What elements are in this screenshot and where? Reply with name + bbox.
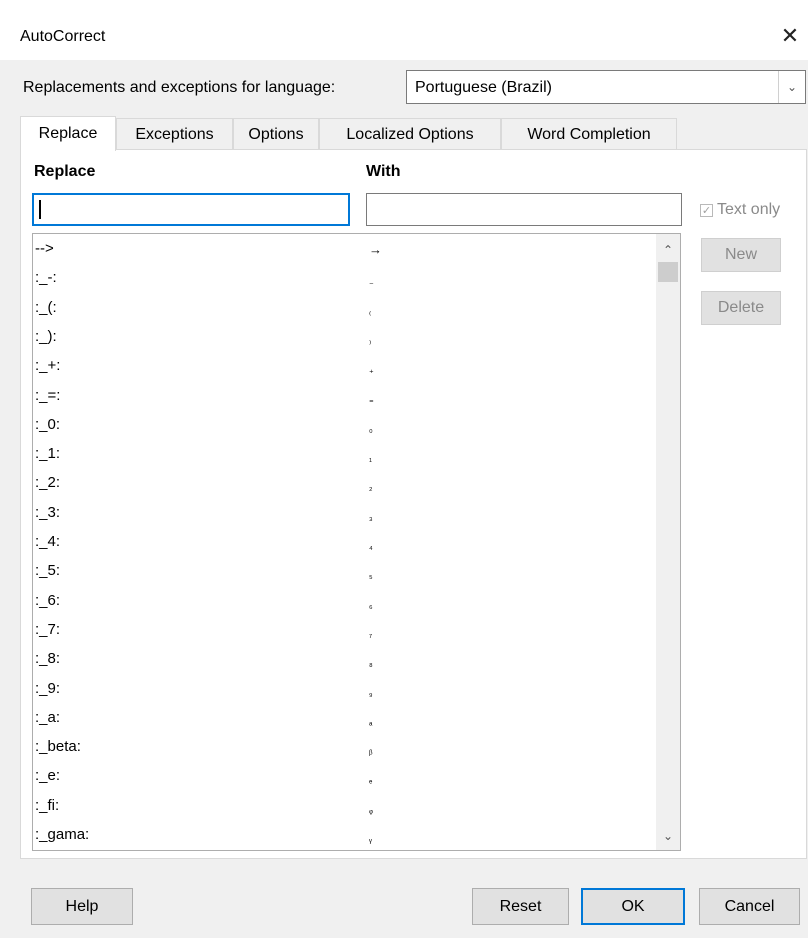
- language-label: Replacements and exceptions for language…: [23, 79, 336, 96]
- list-item[interactable]: :_e: ₑ: [33, 761, 655, 790]
- replace-text: :_):: [35, 327, 57, 345]
- with-text: ₇: [369, 628, 373, 639]
- with-text: ₈: [369, 658, 373, 669]
- replace-text: :_gama:: [35, 826, 90, 843]
- with-text: ₌: [369, 394, 374, 405]
- list-item[interactable]: :_+: ₊: [33, 351, 655, 380]
- text-only-checkbox[interactable]: ✓ Text only: [700, 201, 780, 219]
- replace-text: :_3:: [35, 503, 61, 521]
- replace-text: :_5:: [35, 562, 61, 580]
- with-text: ₍: [369, 306, 372, 317]
- tab-localized-options[interactable]: Localized Options: [319, 118, 501, 150]
- list-item[interactable]: :_0: ₀: [33, 410, 655, 439]
- cancel-button[interactable]: Cancel: [699, 888, 800, 925]
- language-select[interactable]: Portuguese (Brazil) ⌄: [406, 70, 806, 104]
- replace-text: :_-:: [35, 269, 57, 287]
- text-only-label: Text only: [717, 201, 781, 218]
- with-text: ₉: [369, 687, 373, 698]
- tab-replace[interactable]: Replace: [20, 116, 116, 151]
- replace-text: :_e:: [35, 767, 61, 785]
- list-item[interactable]: :_beta: ᵦ: [33, 732, 655, 761]
- tab-exceptions[interactable]: Exceptions: [116, 118, 233, 150]
- with-text: ₃: [369, 511, 373, 522]
- with-text: ₋: [369, 277, 374, 288]
- with-text: ₀: [369, 423, 373, 434]
- with-column-header: With: [366, 163, 401, 180]
- replace-text: :_beta:: [35, 738, 81, 756]
- replace-text: :_0:: [35, 415, 61, 433]
- reset-button[interactable]: Reset: [472, 888, 569, 925]
- with-text: ₎: [369, 335, 372, 346]
- list-item[interactable]: :_1: ₁: [33, 439, 655, 468]
- window-title: AutoCorrect: [20, 28, 106, 45]
- chevron-down-icon[interactable]: ⌄: [778, 71, 805, 103]
- scroll-down-icon[interactable]: ⌄: [656, 824, 680, 848]
- scrollbar-thumb[interactable]: [658, 262, 678, 282]
- list-item[interactable]: :_gama: ᵧ: [33, 820, 655, 849]
- replace-column-header: Replace: [34, 163, 96, 180]
- with-text: →: [369, 242, 382, 257]
- with-text: ᵦ: [369, 746, 373, 757]
- list-item[interactable]: :_): ₎: [33, 322, 655, 351]
- list-item[interactable]: --> →: [33, 234, 655, 263]
- list-item[interactable]: :_2: ₂: [33, 468, 655, 497]
- with-text: ₑ: [369, 775, 373, 786]
- with-text: ₅: [369, 570, 373, 581]
- delete-button[interactable]: Delete: [701, 291, 781, 325]
- list-item[interactable]: :_-: ₋: [33, 263, 655, 292]
- scroll-up-icon[interactable]: ⌃: [656, 238, 680, 262]
- new-button[interactable]: New: [701, 238, 781, 272]
- help-button[interactable]: Help: [31, 888, 133, 925]
- list-item[interactable]: :_6: ₆: [33, 586, 655, 615]
- replacement-list[interactable]: --> → :_-: ₋ :_(: ₍ :_): ₎ :_+: ₊ :_=: ₌ :_0: ₀ :_1: ₁:…: [32, 233, 681, 851]
- replace-text: :_2:: [35, 474, 61, 492]
- replace-text: :_1:: [35, 445, 61, 463]
- with-input[interactable]: [366, 193, 682, 226]
- with-text: ₁: [369, 453, 373, 464]
- scrollbar[interactable]: ⌃ ⌄: [656, 234, 680, 850]
- list-item[interactable]: :_8: ₈: [33, 644, 655, 673]
- with-text: ᵧ: [369, 834, 372, 844]
- ok-button[interactable]: OK: [581, 888, 685, 925]
- replace-text: :_8:: [35, 650, 61, 668]
- text-caret: [39, 200, 41, 219]
- list-item[interactable]: :_a: ₐ: [33, 703, 655, 732]
- replace-text: -->: [35, 240, 54, 257]
- with-text: ᵩ: [369, 804, 373, 815]
- list-item[interactable]: :_5: ₅: [33, 556, 655, 585]
- replace-text: :_a:: [35, 708, 61, 726]
- replace-text: :_=:: [35, 386, 61, 404]
- with-text: ₂: [369, 482, 373, 493]
- language-selected-value: Portuguese (Brazil): [415, 79, 552, 96]
- list-item[interactable]: :_3: ₃: [33, 498, 655, 527]
- title-bar: AutoCorrect ✕: [0, 0, 808, 60]
- list-item[interactable]: :_9: ₉: [33, 674, 655, 703]
- replace-text: :_7:: [35, 620, 61, 638]
- replace-text: :_fi:: [35, 796, 60, 814]
- list-item[interactable]: :_(: ₍: [33, 293, 655, 322]
- tab-options[interactable]: Options: [233, 118, 319, 150]
- close-icon[interactable]: ✕: [772, 18, 808, 54]
- replace-text: :_6:: [35, 591, 61, 609]
- list-item[interactable]: :_=: ₌: [33, 381, 655, 410]
- with-text: ₄: [369, 541, 373, 551]
- replace-input[interactable]: [32, 193, 350, 226]
- replace-text: :_+:: [35, 357, 61, 375]
- list-item[interactable]: :_4: ₄: [33, 527, 655, 556]
- replace-text: :_(:: [35, 298, 57, 316]
- with-text: ₆: [369, 599, 373, 610]
- with-text: ₊: [369, 365, 374, 376]
- replace-text: :_9:: [35, 679, 61, 697]
- with-text: ₐ: [369, 716, 373, 727]
- checkmark-icon: ✓: [700, 203, 713, 217]
- list-item[interactable]: :_7: ₇: [33, 615, 655, 644]
- language-row: Replacements and exceptions for language…: [20, 70, 808, 106]
- replace-text: :_4:: [35, 533, 61, 550]
- tab-word-completion[interactable]: Word Completion: [501, 118, 677, 150]
- list-item[interactable]: :_fi: ᵩ: [33, 791, 655, 820]
